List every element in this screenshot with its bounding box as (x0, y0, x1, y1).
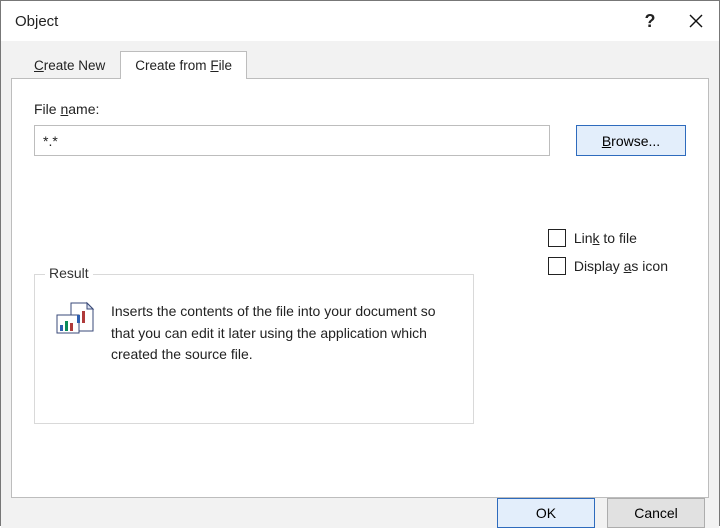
result-legend: Result (45, 265, 93, 281)
checkbox-box (548, 229, 566, 247)
options-group: Link to file Display as icon (548, 229, 668, 275)
dialog-footer: OK Cancel (1, 498, 719, 528)
filename-row: Browse... (34, 125, 686, 156)
result-icon (53, 301, 97, 341)
filename-input[interactable] (34, 125, 550, 156)
client-area: Create New Create from File File name: B… (1, 41, 719, 498)
checkbox-label: Link to file (574, 230, 637, 246)
close-button[interactable] (673, 1, 719, 41)
dialog-title: Object (15, 13, 627, 30)
filename-label: File name: (34, 101, 686, 117)
result-groupbox: Result (34, 274, 474, 424)
embed-document-icon (53, 301, 97, 341)
close-icon (689, 14, 703, 28)
tab-create-from-file[interactable]: Create from File (120, 51, 247, 79)
result-text: Inserts the contents of the file into yo… (111, 301, 455, 366)
result-content: Inserts the contents of the file into yo… (35, 275, 473, 376)
link-to-file-checkbox[interactable]: Link to file (548, 229, 668, 247)
checkbox-box (548, 257, 566, 275)
title-bar: Object ? (1, 1, 719, 41)
help-button[interactable]: ? (627, 1, 673, 41)
cancel-button[interactable]: Cancel (607, 498, 705, 528)
tab-create-new[interactable]: Create New (19, 51, 120, 79)
tab-strip: Create New Create from File (11, 49, 709, 79)
display-as-icon-checkbox[interactable]: Display as icon (548, 257, 668, 275)
browse-button[interactable]: Browse... (576, 125, 686, 156)
tab-page-create-from-file: File name: Browse... Link to file (11, 78, 709, 498)
ok-button[interactable]: OK (497, 498, 595, 528)
object-dialog: Object ? Create New Create from File Fil… (0, 0, 720, 526)
checkbox-label: Display as icon (574, 258, 668, 274)
